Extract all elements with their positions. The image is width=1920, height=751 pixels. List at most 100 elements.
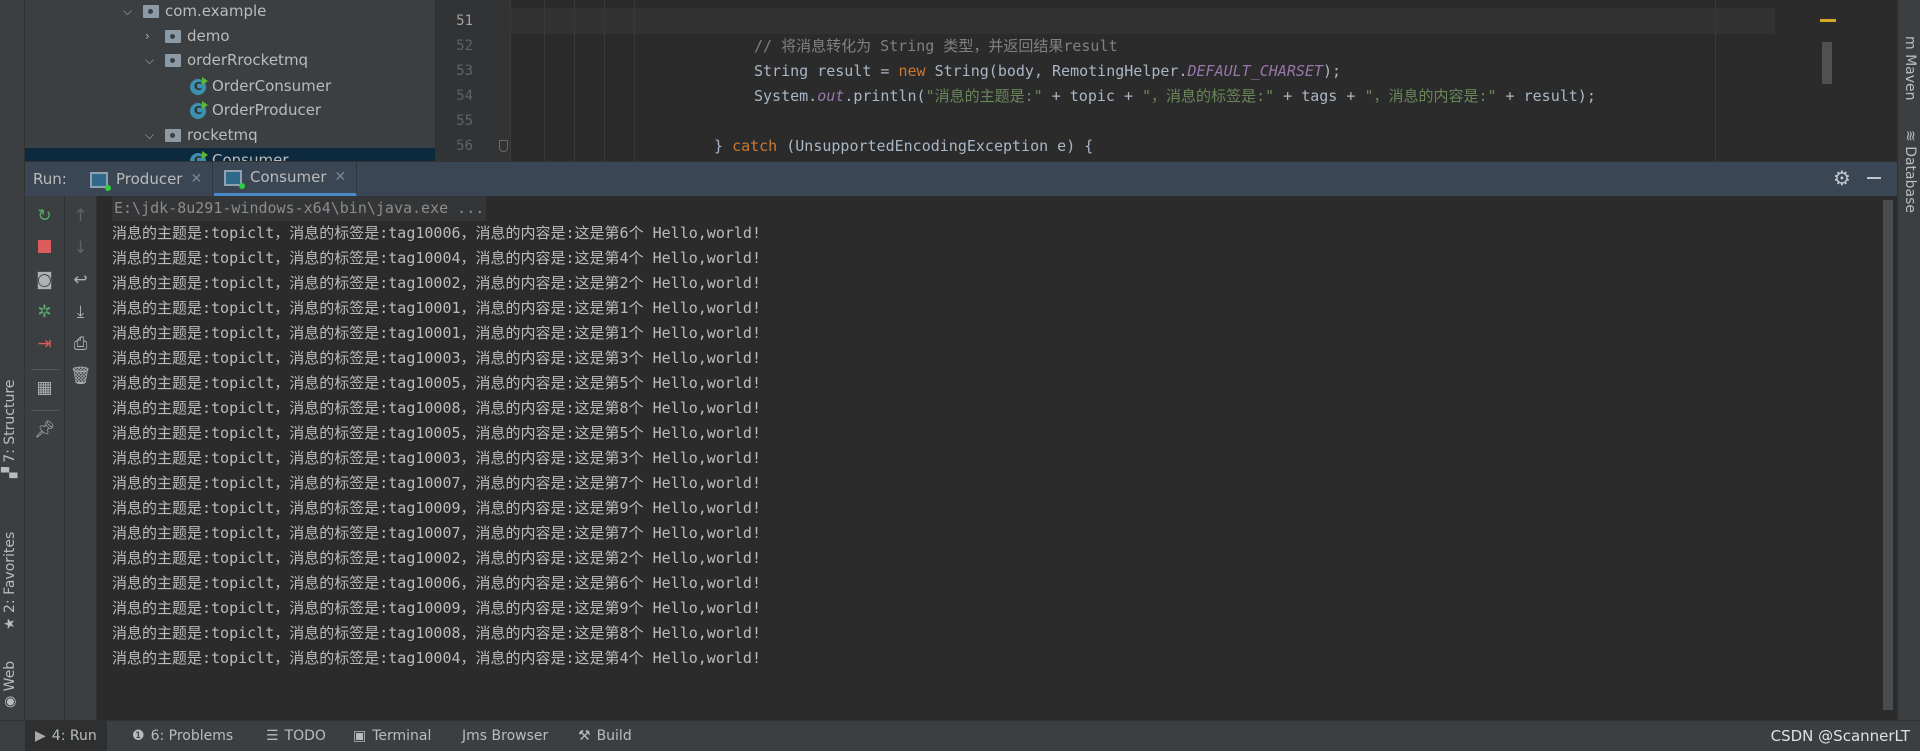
tree-item-com-example[interactable]: ⌵ com.example	[123, 0, 266, 24]
soft-wrap-icon[interactable]: ↩	[65, 268, 96, 292]
console-line: 消息的主题是:topiclt，消息的标签是:tag10002，消息的内容是:这是…	[112, 274, 761, 292]
run-toolbar-secondary: ↑ ↓ ↩ ⤓ ⎙ 🗑︎	[65, 196, 97, 720]
globe-icon: ◉	[2, 691, 18, 708]
tab-consumer[interactable]: Consumer ✕	[214, 160, 358, 197]
line-number: 51	[456, 13, 473, 29]
up-arrow-icon[interactable]: ↑	[65, 204, 96, 228]
console-line: 消息的主题是:topiclt，消息的标签是:tag10008，消息的内容是:这是…	[112, 624, 761, 642]
tab-producer[interactable]: Producer ✕	[80, 162, 214, 197]
trash-icon[interactable]: 🗑︎	[65, 364, 96, 388]
code-line-54: System.out.println("消息的主题是:" + topic + "…	[754, 87, 1596, 105]
scroll-to-end-icon[interactable]: ⤓	[65, 300, 96, 324]
chevron-down-icon[interactable]: ⌵	[145, 123, 159, 148]
structure-tab[interactable]: ▞ 7: Structure	[2, 380, 18, 478]
web-tab[interactable]: ◉ Web	[2, 661, 18, 708]
rerun-icon[interactable]: ↻	[25, 204, 64, 228]
console-line: 消息的主题是:topiclt，消息的标签是:tag10002，消息的内容是:这是…	[112, 549, 761, 567]
package-icon	[143, 5, 159, 18]
favorites-tab[interactable]: ★ 2: Favorites	[2, 532, 18, 630]
line-number: 55	[456, 113, 473, 129]
console-line: 消息的主题是:topiclt，消息的标签是:tag10006，消息的内容是:这是…	[112, 224, 761, 242]
close-icon[interactable]: ✕	[190, 162, 202, 197]
terminal-icon: ▣	[353, 728, 367, 744]
database-icon: ≋	[1902, 130, 1918, 147]
exit-icon[interactable]: ⇥	[25, 332, 64, 356]
console-line: 消息的主题是:topiclt，消息的标签是:tag10008，消息的内容是:这是…	[112, 399, 761, 417]
fold-marker-icon[interactable]	[499, 140, 508, 152]
class-icon: C	[190, 100, 208, 119]
tree-item-demo[interactable]: › demo	[145, 24, 230, 49]
code-line-52: // 将消息转化为 String 类型，并返回结果result	[754, 37, 1118, 55]
console-output[interactable]: E:\jdk-8u291-windows-x64\bin\java.exe ..…	[97, 196, 1897, 720]
close-icon[interactable]: ✕	[335, 160, 347, 195]
console-line: 消息的主题是:topiclt，消息的标签是:tag10003，消息的内容是:这是…	[112, 449, 761, 467]
problems-icon: ❶	[132, 728, 145, 744]
tree-item-consumer[interactable]: C Consumer	[25, 148, 435, 161]
code-line-56: } catch (UnsupportedEncodingException e)…	[714, 137, 1094, 155]
run-panel-header: Run: Producer ✕ Consumer ✕ ⚙	[25, 160, 1897, 197]
console-line: 消息的主题是:topiclt，消息的标签是:tag10007，消息的内容是:这是…	[112, 524, 761, 542]
left-tool-stripe: ▞ 7: Structure ★ 2: Favorites ◉ Web	[0, 0, 25, 720]
warning-marker[interactable]	[1820, 19, 1836, 22]
layout-icon[interactable]: ▦	[25, 376, 64, 400]
class-icon: C	[190, 76, 208, 95]
bottom-tool-bar: ▶ 4: Run ❶ 6: Problems ☰ TODO ▣ Terminal Jms…	[0, 720, 1920, 751]
console-command-line: E:\jdk-8u291-windows-x64\bin\java.exe ..…	[112, 196, 487, 221]
console-line: 消息的主题是:topiclt，消息的标签是:tag10001，消息的内容是:这是…	[112, 299, 761, 317]
print-icon[interactable]: ⎙	[65, 332, 96, 356]
watermark: CSDN @ScannerLT	[1770, 727, 1910, 745]
chevron-down-icon[interactable]: ⌵	[123, 0, 137, 24]
console-line: 消息的主题是:topiclt，消息的标签是:tag10005，消息的内容是:这是…	[112, 374, 761, 392]
console-line: 消息的主题是:topiclt，消息的标签是:tag10005，消息的内容是:这是…	[112, 424, 761, 442]
gear-icon[interactable]: ⚙	[1833, 166, 1851, 190]
console-line: 消息的主题是:topiclt，消息的标签是:tag10007，消息的内容是:这是…	[112, 474, 761, 492]
structure-icon: ▞	[2, 462, 18, 478]
debug-attach-icon[interactable]: ✲	[25, 300, 64, 324]
tree-item-orderconsumer[interactable]: C OrderConsumer	[190, 74, 331, 99]
line-number: 54	[456, 88, 473, 104]
maven-tab[interactable]: m Maven	[1902, 36, 1918, 101]
editor-scrollbar[interactable]	[1822, 42, 1832, 84]
console-line: 消息的主题是:topiclt，消息的标签是:tag10009，消息的内容是:这是…	[112, 599, 761, 617]
chevron-down-icon[interactable]: ⌵	[145, 48, 159, 73]
tree-item-rocketmq[interactable]: ⌵ rocketmq	[145, 123, 258, 148]
line-number: 56	[456, 138, 473, 154]
snapshot-icon[interactable]: ◙	[25, 268, 64, 292]
todo-tool-tab[interactable]: ☰ TODO	[266, 721, 326, 751]
console-scrollbar[interactable]	[1883, 200, 1893, 710]
pin-icon[interactable]: 📌︎	[25, 418, 64, 442]
run-icon: ▶	[35, 728, 46, 744]
console-line: 消息的主题是:topiclt，消息的标签是:tag10004，消息的内容是:这是…	[112, 649, 761, 667]
down-arrow-icon[interactable]: ↓	[65, 236, 96, 260]
package-icon	[165, 54, 181, 67]
terminal-tool-tab[interactable]: ▣ Terminal	[353, 721, 431, 751]
code-line-53: String result = new String(body, Remotin…	[754, 62, 1342, 80]
console-line: 消息的主题是:topiclt，消息的标签是:tag10004，消息的内容是:这是…	[112, 249, 761, 267]
minimize-icon[interactable]	[1867, 177, 1881, 179]
editor-gutter: 51 52 53 54 55 56	[435, 0, 510, 161]
tree-item-orderproducer[interactable]: C OrderProducer	[190, 98, 321, 123]
stop-icon[interactable]	[25, 236, 64, 260]
build-tool-tab[interactable]: ⚒ Build	[578, 721, 632, 751]
line-number: 52	[456, 38, 473, 54]
console-line: 消息的主题是:topiclt，消息的标签是:tag10003，消息的内容是:这是…	[112, 349, 761, 367]
console-icon	[224, 169, 245, 189]
problems-tool-tab[interactable]: ❶ 6: Problems	[132, 721, 233, 751]
hammer-icon: ⚒	[578, 728, 591, 744]
package-icon	[165, 129, 181, 142]
tree-item-orderrrocketmq[interactable]: ⌵ orderRrocketmq	[145, 48, 308, 73]
class-icon: C	[190, 150, 208, 161]
run-tool-tab[interactable]: ▶ 4: Run	[25, 721, 107, 751]
console-icon	[90, 171, 111, 191]
right-tool-stripe: m Maven ≋ Database	[1897, 0, 1920, 720]
star-icon: ★	[2, 612, 18, 630]
console-line: 消息的主题是:topiclt，消息的标签是:tag10001，消息的内容是:这是…	[112, 324, 761, 342]
console-line: 消息的主题是:topiclt，消息的标签是:tag10009，消息的内容是:这是…	[112, 499, 761, 517]
list-icon: ☰	[266, 728, 279, 744]
run-toolbar-primary: ↻ ◙ ✲ ⇥ ▦ 📌︎	[25, 196, 65, 720]
code-editor[interactable]: // 将消息转化为 String 类型，并返回结果result String r…	[510, 0, 1897, 161]
chevron-right-icon[interactable]: ›	[145, 24, 159, 49]
line-number: 53	[456, 63, 473, 79]
database-tab[interactable]: ≋ Database	[1902, 130, 1918, 213]
jms-browser-tool-tab[interactable]: Jms Browser	[462, 721, 548, 751]
